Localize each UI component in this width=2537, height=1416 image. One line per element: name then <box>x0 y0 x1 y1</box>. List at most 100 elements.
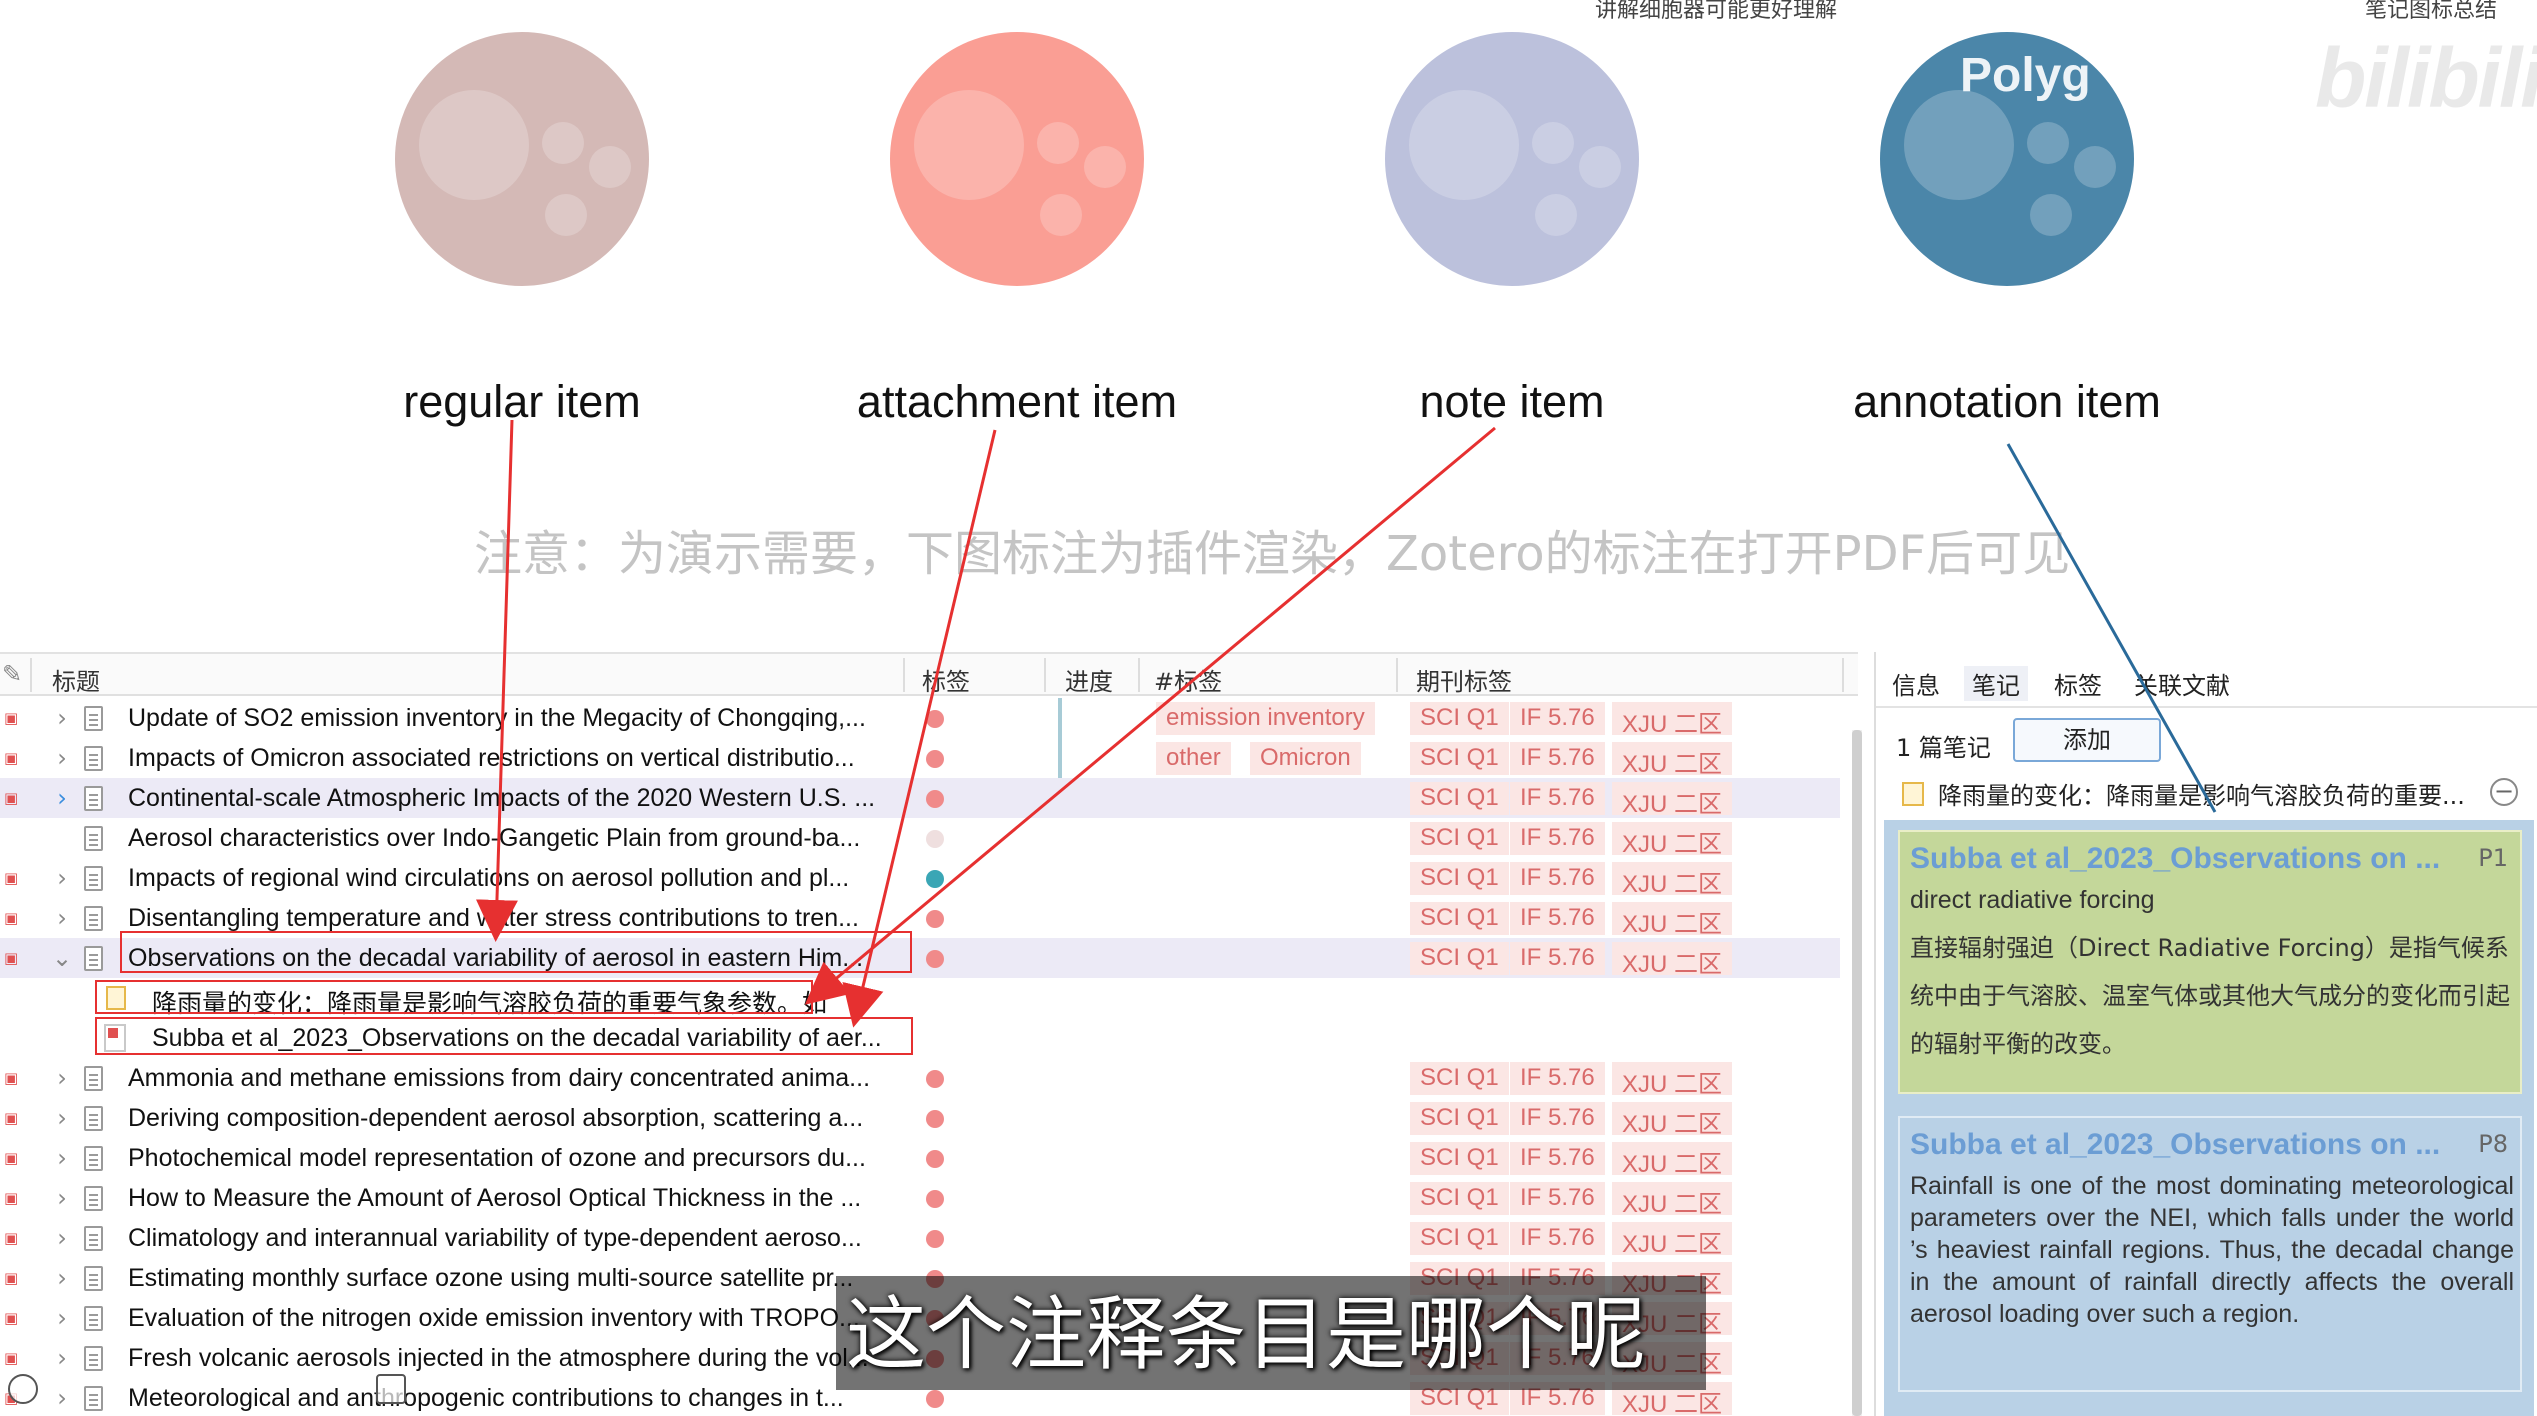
journal-tag: IF 5.76 <box>1510 942 1605 975</box>
table-row[interactable]: ▣ › Impacts of regional wind circulations … <box>0 858 1840 898</box>
color-tag-dot <box>926 950 944 968</box>
color-tag-dot <box>926 1150 944 1168</box>
expand-chevron-icon[interactable]: › <box>52 1304 72 1332</box>
column-header-title[interactable]: 标题 <box>52 662 100 697</box>
journal-tag: IF 5.76 <box>1510 1102 1605 1135</box>
pdf-attachment-icon[interactable]: ▣ <box>4 710 20 726</box>
item-pane-tabs: 信息 笔记 标签 关联文献 <box>1876 652 2537 708</box>
reading-progress-bar <box>1058 698 1062 738</box>
color-tag-dot <box>926 790 944 808</box>
tab-related[interactable]: 关联文献 <box>2134 666 2230 701</box>
attachment-column-icon[interactable]: ✎ <box>2 660 22 688</box>
pdf-attachment-icon[interactable]: ▣ <box>4 1350 20 1366</box>
remove-note-button[interactable]: − <box>2490 778 2518 806</box>
expand-chevron-icon[interactable]: › <box>52 1224 72 1252</box>
journal-tag: IF 5.76 <box>1510 862 1605 895</box>
hashtag-chip[interactable]: emission inventory <box>1156 702 1375 735</box>
item-title: Update of SO2 emission inventory in the … <box>128 704 866 732</box>
journal-tag: XJU 二区 <box>1612 1102 1733 1138</box>
journal-article-icon <box>84 826 103 851</box>
expand-chevron-icon[interactable]: › <box>52 1264 72 1292</box>
pdf-attachment-icon[interactable]: ▣ <box>4 1270 20 1286</box>
journal-tag: XJU 二区 <box>1612 942 1733 978</box>
table-row[interactable]: ▣ › How to Measure the Amount of Aerosol O… <box>0 1178 1840 1218</box>
pdf-attachment-icon[interactable]: ▣ <box>4 1150 20 1166</box>
journal-tag: IF 5.76 <box>1510 902 1605 935</box>
pdf-attachment-icon[interactable]: ▣ <box>4 910 20 926</box>
journal-tag: XJU 二区 <box>1612 742 1733 778</box>
table-row[interactable]: ▣ › Climatology and interannual variabilit… <box>0 1218 1840 1258</box>
journal-article-icon <box>84 1306 103 1331</box>
expand-chevron-icon[interactable]: › <box>52 1064 72 1092</box>
list-scrollbar-thumb[interactable] <box>1852 730 1862 1416</box>
attachment-item-circle-icon <box>890 32 1144 286</box>
annotation-card-1[interactable]: Subba et al_2023_Observations on ... P1 … <box>1898 830 2522 1094</box>
column-header-hashtag[interactable]: #标签 <box>1154 662 1222 697</box>
player-control-icon[interactable] <box>8 1374 38 1404</box>
table-row[interactable]: ▣ › Deriving composition-dependent aerosol… <box>0 1098 1840 1138</box>
journal-tag: IF 5.76 <box>1510 1062 1605 1095</box>
annotation-card-2[interactable]: Subba et al_2023_Observations on ... P8 … <box>1898 1116 2522 1392</box>
expand-chevron-icon[interactable]: › <box>52 864 72 892</box>
journal-tag: IF 5.76 <box>1510 1182 1605 1215</box>
tab-info[interactable]: 信息 <box>1892 666 1940 701</box>
item-title: Estimating monthly surface ozone using m… <box>128 1264 854 1292</box>
expand-chevron-icon[interactable]: › <box>52 1144 72 1172</box>
color-tag-dot <box>926 1390 944 1408</box>
column-header-tags[interactable]: 标签 <box>922 662 970 697</box>
camera-icon[interactable] <box>376 1374 406 1404</box>
expand-chevron-icon[interactable]: › <box>52 1104 72 1132</box>
pdf-attachment-icon[interactable]: ▣ <box>4 870 20 886</box>
collapse-chevron-icon[interactable]: ⌄ <box>52 944 72 972</box>
pdf-attachment-icon[interactable]: ▣ <box>4 790 20 806</box>
pdf-attachment-icon[interactable]: ▣ <box>4 950 20 966</box>
table-row[interactable]: ▣ › Impacts of Omicron associated restrict… <box>0 738 1840 778</box>
hashtag-chip[interactable]: other <box>1156 742 1231 775</box>
table-row[interactable]: ▣ › Ammonia and methane emissions from dai… <box>0 1058 1840 1098</box>
expand-chevron-icon[interactable]: › <box>52 1384 72 1412</box>
pdf-attachment-icon[interactable]: ▣ <box>4 1230 20 1246</box>
item-title: How to Measure the Amount of Aerosol Opt… <box>128 1184 862 1212</box>
item-title: Evaluation of the nitrogen oxide emissio… <box>128 1304 860 1332</box>
video-subtitle: 这个注释条目是哪个呢 <box>846 1288 1646 1381</box>
annotation-card-title[interactable]: Subba et al_2023_Observations on ... <box>1910 842 2440 876</box>
child-note-line[interactable]: 降雨量的变化：降雨量是影响气溶胶负荷的重要... <box>1938 776 2498 811</box>
journal-article-icon <box>84 866 103 891</box>
notes-count: 1 篇笔记 <box>1896 734 1991 762</box>
table-row[interactable]: ▣ › Continental-scale Atmospheric Impacts … <box>0 778 1840 818</box>
column-header-progress[interactable]: 进度 <box>1065 662 1113 697</box>
item-title: Deriving composition-dependent aerosol a… <box>128 1104 864 1132</box>
pdf-attachment-icon[interactable]: ▣ <box>4 1110 20 1126</box>
journal-tag: XJU 二区 <box>1612 782 1733 818</box>
table-row[interactable]: Aerosol characteristics over Indo-Ganget… <box>0 818 1840 858</box>
tab-tags[interactable]: 标签 <box>2054 666 2102 701</box>
item-title: Climatology and interannual variability … <box>128 1224 862 1252</box>
journal-tag: SCI Q1 <box>1410 702 1509 735</box>
demo-notice: 注意：为演示需要，下图标注为插件渲染，Zotero的标注在打开PDF后可见 <box>474 526 2071 582</box>
caption-attachment-item: attachment item <box>856 376 1178 427</box>
expand-chevron-icon[interactable]: › <box>52 1344 72 1372</box>
pdf-attachment-icon[interactable]: ▣ <box>4 1190 20 1206</box>
expand-chevron-icon[interactable]: › <box>52 784 72 812</box>
table-row[interactable]: ▣ › Photochemical model representation of … <box>0 1138 1840 1178</box>
journal-article-icon <box>84 1386 103 1411</box>
item-title: Fresh volcanic aerosols injected in the … <box>128 1344 869 1372</box>
journal-tag: XJU 二区 <box>1612 1222 1733 1258</box>
pdf-attachment-icon[interactable]: ▣ <box>4 750 20 766</box>
expand-chevron-icon[interactable]: › <box>52 1184 72 1212</box>
journal-article-icon <box>84 746 103 771</box>
annotation-card-comment: 直接辐射强迫（Direct Radiative Forcing）是指气候系统中由… <box>1910 934 2510 1058</box>
column-header-journal[interactable]: 期刊标签 <box>1416 662 1512 697</box>
table-row[interactable]: ▣ › Update of SO2 emission inventory in th… <box>0 698 1840 738</box>
color-tag-dot <box>926 1190 944 1208</box>
add-note-button[interactable]: 添加 <box>2013 718 2161 762</box>
pdf-attachment-icon[interactable]: ▣ <box>4 1070 20 1086</box>
bilibili-logo: bilibili <box>2315 31 2537 125</box>
tab-notes[interactable]: 笔记 <box>1964 666 2028 701</box>
annotation-card-title[interactable]: Subba et al_2023_Observations on ... <box>1910 1128 2440 1162</box>
expand-chevron-icon[interactable]: › <box>52 744 72 772</box>
expand-chevron-icon[interactable]: › <box>52 904 72 932</box>
expand-chevron-icon[interactable]: › <box>52 704 72 732</box>
pdf-attachment-icon[interactable]: ▣ <box>4 1310 20 1326</box>
hashtag-chip[interactable]: Omicron <box>1250 742 1361 775</box>
